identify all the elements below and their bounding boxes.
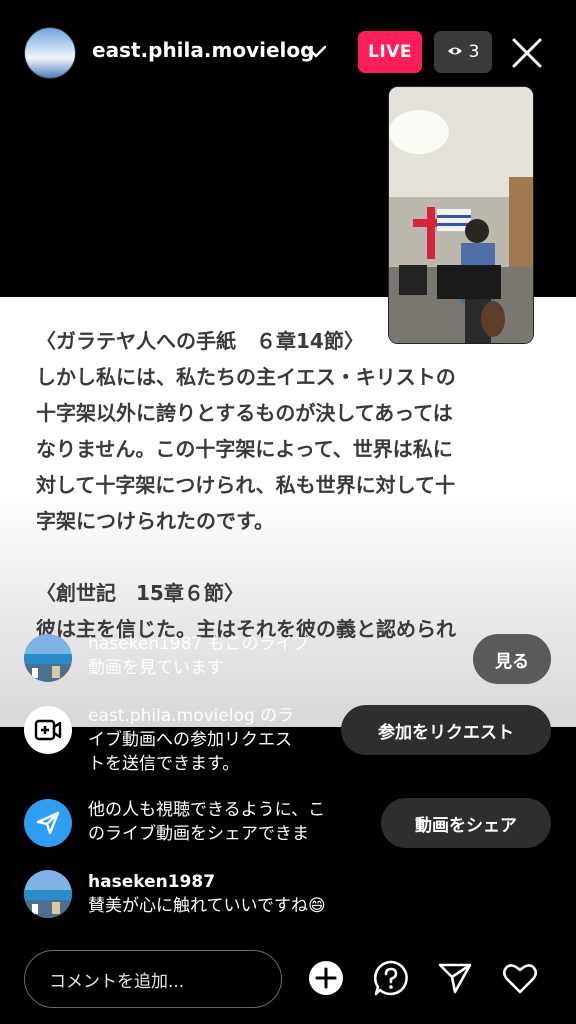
comment-input[interactable]: コメントを追加...	[24, 950, 282, 1008]
comment-text: 賛美が心に触れていいですね😄	[88, 896, 326, 916]
scripture-text: 〈ガラテヤ人への手紙 ６章14節〉 しかし私には、私たちの主イエス・キリストの …	[36, 323, 546, 647]
commenter-avatar[interactable]	[24, 870, 72, 918]
verse-line: 対して十字架につけられ、私も世界に対して十	[36, 473, 455, 497]
notice-line: トを送信できます。	[88, 754, 240, 774]
notice-line: haseken1987 もこのライブ	[88, 634, 310, 654]
comment-placeholder: コメントを追加...	[49, 971, 185, 992]
verse-line: しかし私には、私たちの主イエス・キリストの	[36, 365, 456, 389]
notice-line: east.phila.movielog のラ	[88, 706, 295, 726]
watching-notice: haseken1987 もこのライブ 動画を見ています	[88, 632, 368, 680]
share-video-button[interactable]: 動画をシェア	[381, 798, 551, 848]
viewer-count-badge[interactable]: 3	[434, 31, 492, 73]
eye-icon	[447, 42, 463, 62]
notice-line: 他の人も視聴できるように、こ	[88, 800, 326, 820]
request-notice: east.phila.movielog のラ イブ動画への参加リクエス トを送信…	[88, 704, 338, 776]
comment-username[interactable]: haseken1987	[88, 870, 488, 894]
verse-line: 字架につけられたのです。	[36, 509, 274, 533]
user-comment: haseken1987 賛美が心に触れていいですね😄	[88, 870, 488, 918]
watch-button[interactable]: 見る	[473, 634, 551, 684]
request-join-button[interactable]: 参加をリクエスト	[341, 705, 551, 755]
close-icon[interactable]	[508, 34, 546, 72]
notice-line: のライブ動画をシェアできま	[88, 824, 309, 844]
camera-plus-icon	[24, 706, 72, 754]
verse-reference: 〈創世記 15章６節〉	[36, 581, 244, 605]
heart-icon[interactable]	[500, 958, 540, 998]
chevron-down-icon[interactable]	[302, 40, 330, 64]
host-username[interactable]: east.phila.movielog	[92, 38, 314, 62]
notice-line: イブ動画への参加リクエス	[88, 730, 292, 750]
guest-video-pip[interactable]	[388, 86, 534, 344]
send-icon[interactable]	[435, 958, 475, 998]
viewer-count: 3	[468, 42, 480, 62]
verse-line: 十字架以外に誇りとするものが決してあっては	[36, 401, 453, 425]
commenter-avatar[interactable]	[24, 634, 72, 682]
host-avatar[interactable]	[24, 27, 76, 79]
notice-line: 動画を見ています	[88, 658, 224, 678]
share-notice: 他の人も視聴できるように、こ のライブ動画をシェアできま	[88, 798, 373, 846]
add-icon[interactable]	[306, 958, 346, 998]
question-icon[interactable]	[371, 958, 411, 998]
send-icon	[24, 799, 72, 847]
verse-line: なりません。この十字架によって、世界は私に	[36, 437, 453, 461]
live-badge: LIVE	[358, 31, 422, 73]
